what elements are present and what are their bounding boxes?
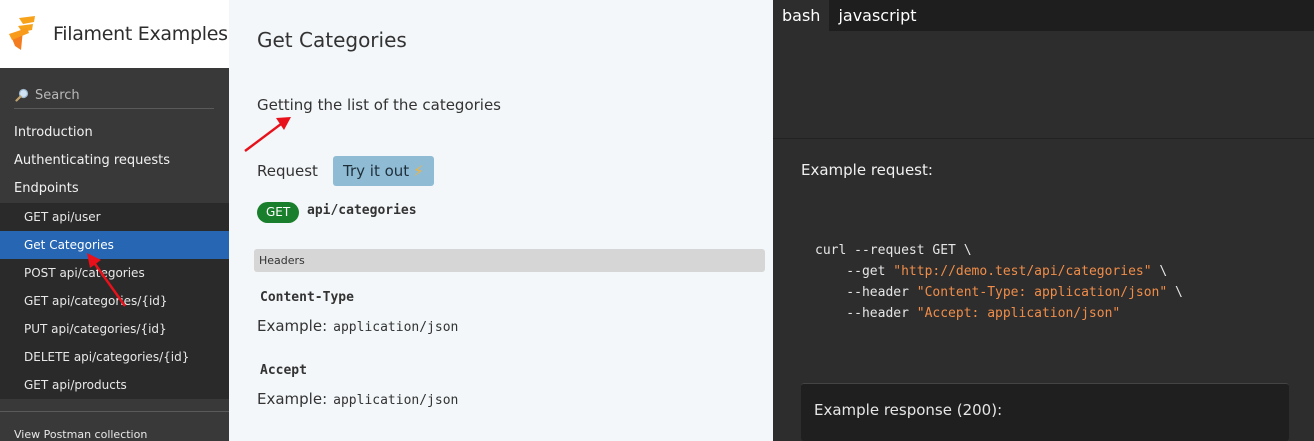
postman-collection-link[interactable]: View Postman collection: [14, 428, 147, 441]
toc-subitem-get-api-products[interactable]: GET api/products: [0, 371, 229, 399]
example-response-label: Example response (200):: [814, 401, 1003, 419]
code-flag: --header: [815, 285, 917, 300]
header-name-content-type: Content-Type: [260, 290, 354, 305]
example-request-label: Example request:: [801, 161, 933, 179]
header-example-accept: Example: application/json: [257, 390, 458, 408]
tab-javascript[interactable]: javascript: [829, 0, 925, 31]
toc-subitem-put-api-categories-id[interactable]: PUT api/categories/{id}: [0, 315, 229, 343]
code-panel-divider: [773, 138, 1314, 139]
try-it-out-button[interactable]: Try it out ⚡: [333, 156, 434, 186]
example-value: application/json: [333, 393, 459, 408]
toc-subitem-delete-api-categories-id[interactable]: DELETE api/categories/{id}: [0, 343, 229, 371]
endpoint-list: GET api/user Get Categories POST api/cat…: [0, 203, 229, 399]
code-panel: bash javascript Example request: curl --…: [773, 0, 1314, 441]
code-flag: --header: [815, 306, 917, 321]
request-label: Request: [257, 162, 318, 180]
toc-subitem-get-api-user[interactable]: GET api/user: [0, 203, 229, 231]
toc-subitem-post-api-categories[interactable]: POST api/categories: [0, 259, 229, 287]
page-title: Get Categories: [257, 28, 407, 52]
curl-code-block[interactable]: curl --request GET \ --get "http://demo.…: [815, 240, 1183, 324]
code-string: "Content-Type: application/json": [916, 285, 1168, 300]
code-string: "Accept: application/json": [916, 306, 1121, 321]
main-content: Get Categories Getting the list of the c…: [229, 0, 773, 441]
search-input[interactable]: [35, 87, 205, 103]
example-label: Example:: [257, 317, 328, 335]
search-icon: [15, 88, 29, 102]
filament-logo-icon: [9, 16, 35, 50]
code-line: curl --request GET \: [815, 243, 972, 258]
sidebar-divider: [0, 411, 229, 412]
brand-header[interactable]: Filament Examples: [0, 0, 229, 68]
toc-subitem-get-categories[interactable]: Get Categories: [0, 231, 229, 259]
toc-subitem-get-api-categories-id[interactable]: GET api/categories/{id}: [0, 287, 229, 315]
http-method-badge: GET: [257, 202, 300, 223]
tab-bash[interactable]: bash: [773, 0, 830, 31]
toc-item-endpoints[interactable]: Endpoints: [14, 181, 79, 196]
lightning-icon: ⚡: [413, 162, 424, 180]
header-name-accept: Accept: [260, 363, 307, 378]
code-continuation: \: [1151, 264, 1168, 279]
toc-item-introduction[interactable]: Introduction: [14, 125, 93, 140]
brand-name: Filament Examples: [53, 23, 228, 45]
toc-item-authenticating-requests[interactable]: Authenticating requests: [14, 153, 170, 168]
language-tabs: bash javascript: [773, 0, 1314, 31]
endpoint-description: Getting the list of the categories: [257, 96, 501, 114]
sidebar: Filament Examples Introduction Authentic…: [0, 0, 229, 441]
header-example-content-type: Example: application/json: [257, 317, 458, 335]
example-response-box[interactable]: Example response (200):: [801, 383, 1289, 441]
code-string: "http://demo.test/api/categories": [893, 264, 1152, 279]
try-it-out-label: Try it out: [343, 162, 410, 180]
endpoint-path: api/categories: [307, 203, 417, 218]
example-value: application/json: [333, 320, 459, 335]
code-flag: --get: [815, 264, 894, 279]
example-label: Example:: [257, 390, 328, 408]
headers-section-title: Headers: [254, 249, 765, 272]
search-box[interactable]: [14, 82, 214, 109]
code-continuation: \: [1167, 285, 1183, 300]
